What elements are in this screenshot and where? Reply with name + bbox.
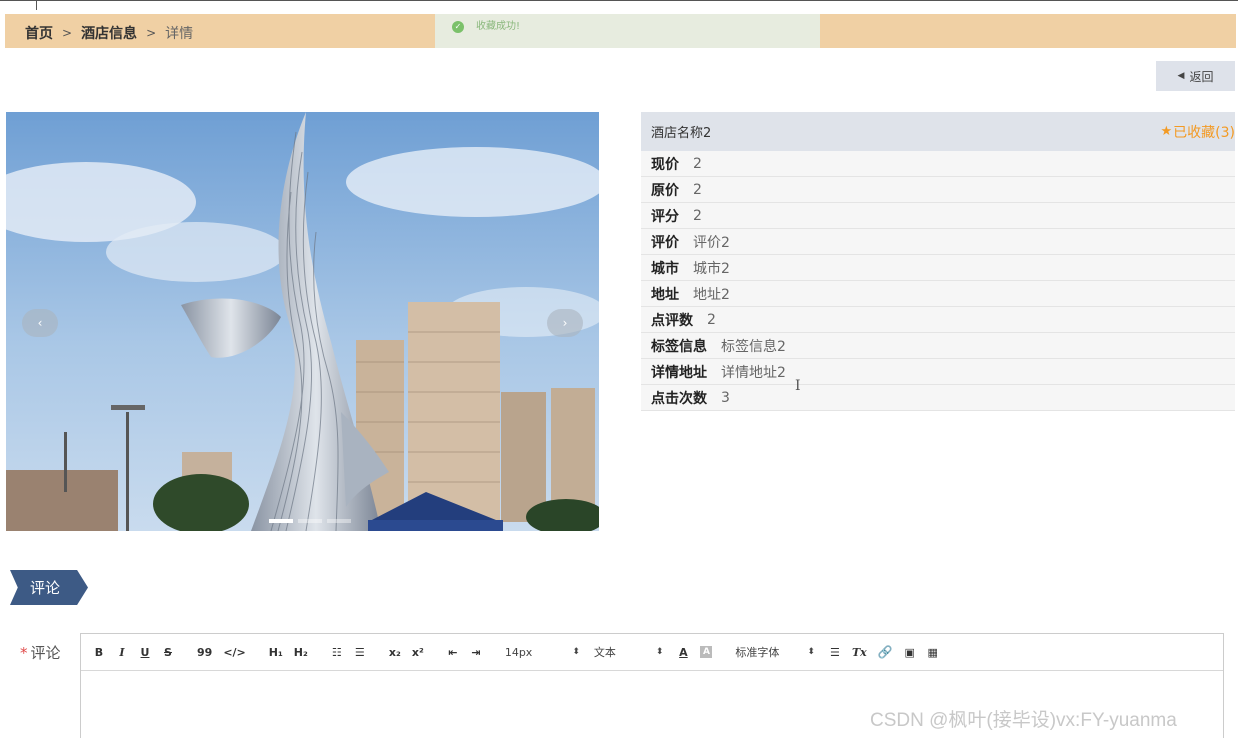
info-row-current-price: 现价 2 — [641, 151, 1235, 177]
heading1-button[interactable]: H₁ — [269, 642, 283, 662]
breadcrumb-separator: > — [62, 26, 73, 40]
breadcrumb-current: 详情 — [165, 26, 194, 42]
font-family-value: 标准字体 — [735, 646, 780, 659]
font-size-select[interactable]: 14px ⬍ — [505, 642, 580, 662]
info-value: 2 — [693, 207, 702, 224]
align-button[interactable]: ☰ — [829, 642, 841, 662]
favorite-toggle[interactable]: ★ 已收藏(3) — [1161, 122, 1236, 142]
italic-button[interactable]: I — [116, 642, 128, 662]
text-style-value: 文本 — [593, 646, 616, 659]
info-key: 评价 — [651, 234, 679, 251]
subscript-button[interactable]: x₂ — [389, 642, 401, 662]
info-row-review: 评价 评价2 — [641, 229, 1235, 255]
info-value: 标签信息2 — [721, 338, 786, 355]
bullet-list-button[interactable]: ☰ — [354, 642, 366, 662]
select-arrow-icon: ⬍ — [655, 647, 664, 657]
triangle-left-icon: ◀ — [1177, 71, 1185, 81]
comment-tag-label: 评论 — [30, 579, 61, 597]
hotel-image-carousel[interactable]: ‹ › — [6, 112, 599, 531]
info-key: 城市 — [651, 260, 679, 277]
carousel-dot[interactable] — [269, 519, 293, 523]
comment-field-label: * 评论 — [20, 642, 61, 663]
info-row-score: 评分 2 — [641, 203, 1235, 229]
info-value: 城市2 — [693, 260, 730, 277]
video-button[interactable]: ▦ — [927, 642, 939, 662]
text-style-select[interactable]: 文本 ⬍ — [594, 642, 664, 662]
info-key: 评分 — [651, 208, 679, 225]
strike-button[interactable]: S — [162, 642, 174, 662]
info-row-click-count: 点击次数 3 — [641, 385, 1235, 411]
breadcrumb: 首页 > 酒店信息 > 详情 — [25, 23, 193, 43]
info-key: 地址 — [651, 286, 679, 303]
info-value: 地址2 — [693, 286, 730, 303]
link-button[interactable]: 🔗 — [878, 642, 893, 662]
text-cursor-icon: I — [795, 378, 801, 394]
back-button[interactable]: ◀ 返回 — [1156, 61, 1235, 91]
info-key: 点评数 — [651, 312, 693, 329]
background-color-button[interactable]: A — [700, 646, 713, 658]
watermark-text: CSDN @枫叶(接毕设)vx:FY-yuanma — [870, 710, 1177, 731]
info-key: 标签信息 — [651, 338, 707, 355]
outdent-button[interactable]: ⇤ — [447, 642, 459, 662]
image-button[interactable]: ▣ — [904, 642, 916, 662]
info-row-original-price: 原价 2 — [641, 177, 1235, 203]
heading2-button[interactable]: H₂ — [294, 642, 308, 662]
carousel-prev-button[interactable]: ‹ — [22, 309, 58, 337]
required-mark: * — [20, 644, 28, 662]
info-value: 2 — [707, 311, 716, 328]
info-row-review-count: 点评数 2 — [641, 307, 1235, 333]
underline-button[interactable]: U — [139, 642, 151, 662]
select-arrow-icon: ⬍ — [807, 647, 815, 657]
breadcrumb-separator: > — [146, 26, 157, 40]
info-value: 2 — [693, 181, 702, 198]
info-row-address: 地址 地址2 — [641, 281, 1235, 307]
carousel-dot[interactable] — [327, 519, 351, 523]
info-value: 3 — [721, 389, 730, 406]
code-block-button[interactable]: </> — [223, 642, 245, 662]
favorite-count-label: 已收藏(3) — [1173, 124, 1235, 141]
ordered-list-button[interactable]: ☷ — [331, 642, 343, 662]
comment-section-tag: 评论 — [10, 570, 88, 605]
star-icon: ★ — [1160, 124, 1173, 139]
carousel-next-button[interactable]: › — [547, 309, 583, 337]
breadcrumb-home-link[interactable]: 首页 — [25, 23, 53, 43]
top-border-tick — [36, 0, 37, 10]
hotel-photo — [6, 112, 599, 531]
font-color-button[interactable]: A — [677, 642, 689, 662]
info-value: 详情地址2 — [721, 364, 786, 381]
hotel-name: 酒店名称2 — [651, 126, 712, 141]
info-row-city: 城市 城市2 — [641, 255, 1235, 281]
select-arrow-icon: ⬍ — [572, 647, 580, 657]
bold-button[interactable]: B — [93, 642, 105, 662]
info-key: 现价 — [651, 156, 679, 173]
carousel-dot[interactable] — [298, 519, 322, 523]
hotel-info-panel: 酒店名称2 ★ 已收藏(3) 现价 2 原价 2 评分 2 评价 评价2 城市 … — [641, 112, 1235, 411]
font-family-select[interactable]: 标准字体 ⬍ — [735, 642, 815, 662]
info-value: 2 — [693, 155, 702, 172]
info-key: 详情地址 — [651, 364, 707, 381]
top-border-line — [0, 0, 1238, 1]
breadcrumb-hotel-info-link[interactable]: 酒店信息 — [81, 23, 137, 43]
comment-label-text: 评论 — [30, 644, 61, 662]
info-key: 点击次数 — [651, 390, 707, 407]
editor-toolbar: B I U S 99 </> H₁ H₂ ☷ ☰ x₂ x² ⇤ ⇥ 14px … — [81, 634, 1223, 671]
carousel-indicators — [269, 519, 356, 523]
info-row-tags: 标签信息 标签信息2 — [641, 333, 1235, 359]
success-toast: ✓ 收藏成功! — [435, 14, 820, 48]
check-circle-icon: ✓ — [452, 21, 464, 33]
blockquote-button[interactable]: 99 — [197, 642, 212, 662]
back-button-label: 返回 — [1189, 69, 1214, 84]
font-size-value: 14px — [504, 645, 533, 659]
toast-message: 收藏成功! — [476, 21, 521, 32]
clear-format-button[interactable]: Tx — [852, 642, 867, 662]
superscript-button[interactable]: x² — [412, 642, 424, 662]
info-value: 评价2 — [693, 234, 730, 251]
info-key: 原价 — [651, 182, 679, 199]
indent-button[interactable]: ⇥ — [470, 642, 482, 662]
hotel-info-header: 酒店名称2 ★ 已收藏(3) — [641, 112, 1235, 151]
info-row-detail-address: 详情地址 详情地址2 — [641, 359, 1235, 385]
